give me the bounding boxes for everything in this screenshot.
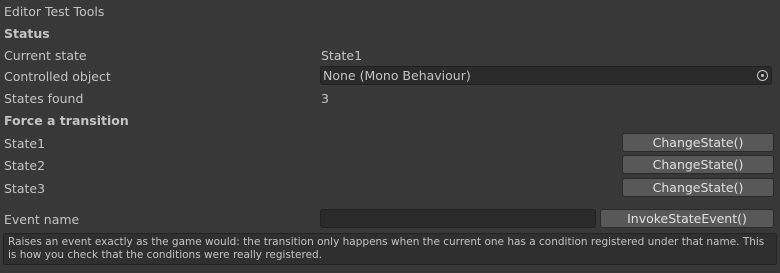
- invoke-state-event-button[interactable]: InvokeStateEvent(): [600, 209, 774, 228]
- change-state-button[interactable]: ChangeState(): [622, 155, 774, 174]
- event-name-input[interactable]: [320, 209, 596, 228]
- controlled-object-value: None (Mono Behaviour): [323, 68, 471, 83]
- force-transition-heading: Force a transition: [4, 112, 129, 128]
- current-state-row: Current state State1: [0, 45, 780, 65]
- status-heading-row: Status: [0, 23, 780, 43]
- status-heading: Status: [4, 25, 50, 41]
- states-found-value: 3: [321, 90, 329, 106]
- help-box: Raises an event exactly as the game woul…: [3, 233, 777, 265]
- help-text: Raises an event exactly as the game woul…: [8, 236, 765, 261]
- state-row: State2 ChangeState(): [0, 155, 780, 175]
- force-heading-row: Force a transition: [0, 110, 780, 130]
- change-state-button[interactable]: ChangeState(): [622, 133, 774, 152]
- current-state-value: State1: [321, 47, 363, 63]
- state-label: State3: [4, 180, 46, 196]
- states-found-label: States found: [4, 90, 84, 106]
- change-state-button[interactable]: ChangeState(): [622, 178, 774, 197]
- event-row: Event name InvokeStateEvent(): [0, 209, 780, 229]
- current-state-label: Current state: [4, 47, 87, 63]
- state-label: State1: [4, 135, 46, 151]
- controlled-object-row: Controlled object None (Mono Behaviour): [0, 66, 780, 86]
- event-name-label: Event name: [4, 211, 80, 227]
- header-row: Editor Test Tools: [0, 1, 780, 21]
- controlled-object-field[interactable]: None (Mono Behaviour): [320, 66, 772, 85]
- states-found-row: States found 3: [0, 88, 780, 108]
- controlled-object-label: Controlled object: [4, 68, 111, 84]
- state-row: State1 ChangeState(): [0, 133, 780, 153]
- object-picker-icon[interactable]: [757, 70, 768, 81]
- state-label: State2: [4, 157, 46, 173]
- inspector-title: Editor Test Tools: [4, 3, 105, 19]
- state-row: State3 ChangeState(): [0, 178, 780, 198]
